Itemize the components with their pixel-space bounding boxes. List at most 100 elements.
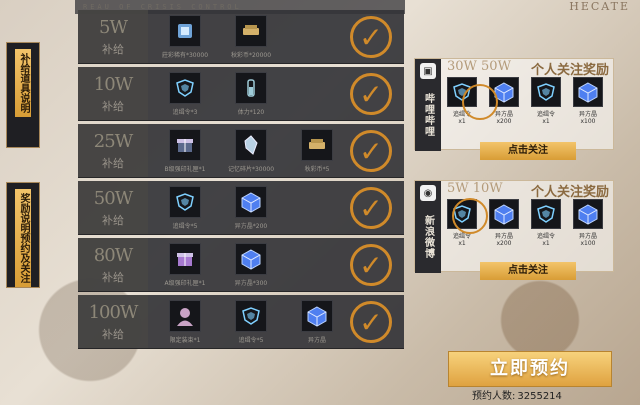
vial-icon — [235, 71, 267, 104]
wing-badge-icon — [531, 199, 561, 229]
cube-icon — [301, 299, 333, 332]
tier-sub-label: 补给 — [102, 42, 124, 56]
follow-reward-count: x200 — [496, 240, 512, 247]
follow-reward-title: 个人关注奖励 — [530, 63, 609, 78]
tier-amount: 10W — [93, 73, 133, 95]
reward-name: 追缉令*5 — [172, 222, 198, 230]
bilibili-side: ▣ 哔哩哔哩 — [415, 59, 441, 151]
claimed-check-icon: ✓ — [350, 187, 392, 229]
tier-label: 10W 补给 — [78, 67, 148, 120]
brand-logo-text: HECATE — [569, 0, 630, 13]
claimed-check-icon: ✓ — [350, 16, 392, 58]
follow-reward-count: x1 — [458, 118, 466, 125]
follow-reward-count: x200 — [496, 118, 512, 125]
reward-name: 异方晶*300 — [234, 279, 268, 287]
follow-reward-item: 异方晶 x200 — [487, 199, 521, 247]
panel-amounts: 5W 10W — [447, 181, 503, 196]
cube-icon — [235, 242, 267, 275]
follow-reward-name: 追缉令 — [536, 111, 555, 118]
reward-name: 体力*120 — [237, 108, 265, 116]
coin-icon — [301, 128, 333, 161]
cube-icon — [489, 199, 519, 229]
reward-item: 体力*120 — [222, 71, 280, 116]
reward-item: 限定装束*1 — [156, 299, 214, 344]
reward-item: 追缉令*3 — [156, 71, 214, 116]
reward-name: 追缉令*5 — [238, 336, 264, 344]
tier-sub-label: 补给 — [102, 156, 124, 170]
reserve-now-button[interactable]: 立即预约 — [448, 351, 612, 387]
weibo-follow-button[interactable]: 点击关注 — [480, 262, 576, 280]
supply-tiers-list: 5W 补给 莊彩稀有*30000 秋彩币*20000 ✓ 10W 补给 追缉令*3… — [78, 10, 404, 352]
tier-sub-label: 补给 — [102, 327, 124, 341]
follow-reward-item: 异方晶 x100 — [571, 199, 605, 247]
wing-badge-icon — [235, 299, 267, 332]
reserve-count-value: 3255214 — [517, 391, 562, 402]
highlight-ring — [452, 198, 488, 234]
cube-icon — [235, 185, 267, 218]
tier-row: 80W 补给 A级强印礼匣*1 异方晶*300 ✓ — [78, 238, 404, 292]
bilibili-icon: ▣ — [420, 63, 436, 79]
claimed-check-icon: ✓ — [350, 73, 392, 115]
tab-reward-info[interactable]: 奖励说明预约及关注 — [6, 182, 40, 288]
platform-name: 哔哩哔哩 — [422, 93, 434, 137]
tier-amount: 25W — [93, 130, 133, 152]
reward-item: 异方晶 — [288, 299, 346, 344]
reward-item: 异方晶*200 — [222, 185, 280, 230]
tier-row: 10W 补给 追缉令*3 体力*120 ✓ — [78, 67, 404, 121]
highlight-ring — [462, 84, 498, 120]
tier-label: 80W 补给 — [78, 238, 148, 291]
follow-reward-name: 异方晶 — [578, 111, 597, 118]
gift-box-icon — [169, 242, 201, 275]
follow-reward-count: x1 — [542, 118, 550, 125]
cube-icon — [573, 77, 603, 107]
weibo-panel: ◉ 新浪微博 5W 10W 个人关注奖励 追缉令 x1 异方晶 x200 追缉令 x1 异方… — [414, 180, 614, 273]
follow-reward-count: x1 — [542, 240, 550, 247]
wing-badge-icon — [169, 71, 201, 104]
tier-row: 100W 补给 限定装束*1 追缉令*5 异方晶 ✓ — [78, 295, 404, 349]
weibo-icon: ◉ — [420, 185, 436, 201]
follow-reward-title: 个人关注奖励 — [530, 185, 609, 200]
tier-amount: 50W — [93, 187, 133, 209]
tier-label: 25W 补给 — [78, 124, 148, 177]
reward-name: 秋彩币*5 — [304, 165, 330, 173]
tier-label: 5W 补给 — [78, 10, 148, 63]
reward-item: 秋彩币*5 — [288, 128, 346, 173]
reserve-count-label: 预约人数: — [472, 391, 516, 402]
reward-name: 记忆碎片*30000 — [227, 165, 275, 173]
follow-reward-name: 异方晶 — [494, 233, 513, 240]
shard-icon — [235, 128, 267, 161]
character-icon — [169, 299, 201, 332]
tier-label: 100W 补给 — [78, 295, 148, 348]
weibo-side: ◉ 新浪微博 — [415, 181, 441, 273]
tier-label: 50W 补给 — [78, 181, 148, 234]
card-icon — [169, 14, 201, 47]
follow-reward-item: 异方晶 x100 — [571, 77, 605, 125]
tier-row: 50W 补给 追缉令*5 异方晶*200 ✓ — [78, 181, 404, 235]
follow-reward-count: x100 — [580, 118, 596, 125]
wing-badge-icon — [169, 185, 201, 218]
platform-name: 新浪微博 — [422, 215, 434, 259]
reward-item: 追缉令*5 — [222, 299, 280, 344]
reward-name: 莊彩稀有*30000 — [161, 51, 209, 59]
bilibili-follow-button[interactable]: 点击关注 — [480, 142, 576, 160]
reward-name: 追缉令*3 — [172, 108, 198, 116]
reward-name: 异方晶*200 — [234, 222, 268, 230]
reward-name: A级强印礼匣*1 — [164, 279, 206, 287]
reward-name: 秋彩币*20000 — [230, 51, 272, 59]
cube-icon — [573, 199, 603, 229]
reward-item: 追缉令*5 — [156, 185, 214, 230]
panel-amounts: 30W 50W — [447, 59, 511, 74]
box-icon — [169, 128, 201, 161]
follow-reward-count: x100 — [580, 240, 596, 247]
claimed-check-icon: ✓ — [350, 130, 392, 172]
tier-sub-label: 补给 — [102, 99, 124, 113]
reward-name: B级强印礼匣*1 — [164, 165, 206, 173]
tab-supply-items-label: 补给道具说明 — [15, 49, 31, 117]
reward-name: 限定装束*1 — [169, 336, 201, 344]
reward-item: B级强印礼匣*1 — [156, 128, 214, 173]
tier-row: 5W 补给 莊彩稀有*30000 秋彩币*20000 ✓ — [78, 10, 404, 64]
follow-reward-item: 追缉令 x1 — [529, 199, 563, 247]
panel-header: 5W 10W 个人关注奖励 — [447, 181, 613, 200]
claimed-check-icon: ✓ — [350, 301, 392, 343]
tab-supply-items[interactable]: 补给道具说明 — [6, 42, 40, 148]
